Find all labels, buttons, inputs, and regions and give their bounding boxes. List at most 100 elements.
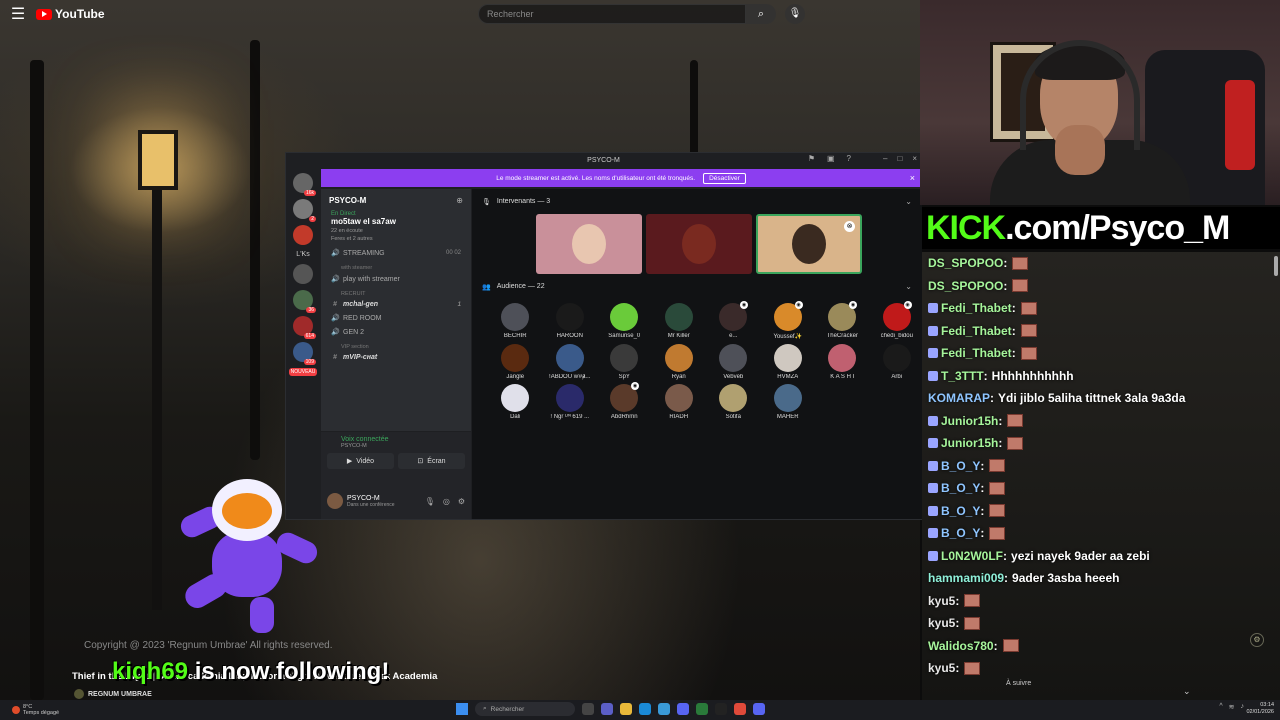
server-header[interactable]: PSYCO-M ⊕ [321, 189, 471, 211]
chat-username[interactable]: Fedi_Thabet [941, 299, 1012, 318]
chat-username[interactable]: kyu5 [928, 592, 955, 611]
speakers-header[interactable]: 🎙 Intervenants — 3 ⌄ [472, 189, 922, 214]
audience-header[interactable]: 👥 Audience — 22 ⌄ [472, 274, 922, 299]
youtube-logo[interactable]: YouTube [36, 7, 105, 21]
microphone-icon[interactable]: 🎙 [785, 4, 805, 24]
audience-member[interactable]: Dali [488, 384, 543, 420]
audience-member[interactable]: Vebveb [706, 344, 761, 380]
chat-settings-icon[interactable]: ⚙ [1250, 633, 1264, 647]
audience-member[interactable]: Sotifa [706, 384, 761, 420]
store-icon[interactable] [658, 703, 670, 715]
edge-icon[interactable] [639, 703, 651, 715]
disable-streamer-mode-button[interactable]: Désactiver [703, 172, 746, 184]
teams-icon[interactable] [601, 703, 613, 715]
chevron-down-icon[interactable]: ⌄ [1183, 686, 1191, 697]
screen-icon[interactable]: ▣ [827, 154, 835, 163]
chat-username[interactable]: B_O_Y [941, 524, 980, 543]
obs-icon[interactable] [734, 703, 746, 715]
speaker-tile[interactable]: ⊗ [756, 214, 862, 274]
server-icon[interactable] [293, 225, 313, 245]
channel-item[interactable]: 🔊 GEN 2 [321, 325, 471, 339]
audience-member[interactable]: !ABDOU ⱳ#ⱥ... [543, 344, 598, 380]
audience-member[interactable]: RIADH [652, 384, 707, 420]
deafen-icon[interactable]: ◎ [443, 497, 450, 506]
add-member-icon[interactable]: ⊕ [456, 196, 463, 205]
minimize-icon[interactable]: – [883, 154, 887, 163]
chat-username[interactable]: Fedi_Thabet [941, 322, 1012, 341]
channel-item[interactable]: 🔊 play with streamer [321, 272, 471, 286]
taskbar-search[interactable]: ⌕ Rechercher [475, 702, 575, 716]
search-input[interactable]: Rechercher [478, 4, 746, 24]
chat-username[interactable]: Junior15h [941, 434, 998, 453]
chat-username[interactable]: B_O_Y [941, 502, 980, 521]
server-icon[interactable]: 16k [293, 173, 316, 196]
server-icon[interactable]: 109 [293, 342, 316, 365]
server-icon[interactable]: 36 [293, 290, 316, 313]
video-button[interactable]: ▶ Vidéo [327, 453, 394, 469]
search-icon[interactable]: ⌕ [746, 4, 776, 24]
channel-item[interactable]: # тchal-gen 1 [321, 298, 471, 311]
audience-member[interactable]: HVMZA [761, 344, 816, 380]
audience-member[interactable]: Jangle [488, 344, 543, 380]
audience-member[interactable]: Ryan [652, 344, 707, 380]
maximize-icon[interactable]: □ [897, 154, 902, 163]
audience-member[interactable]: Samurise_0 [597, 303, 652, 340]
channel-category[interactable]: VIP section [321, 339, 471, 351]
screen-share-button[interactable]: ⊡ Écran [398, 453, 465, 469]
audience-member[interactable]: chedi_bidou ◉ [870, 301, 925, 340]
audience-member[interactable]: MAHER [761, 384, 816, 420]
channel-item[interactable]: 🔊 RED ROOM [321, 311, 471, 325]
file-explorer-icon[interactable] [620, 703, 632, 715]
close-icon[interactable]: × [912, 154, 917, 163]
audience-member[interactable]: ! Ngr ᴸᴵᴺ 619 ... [543, 384, 598, 420]
audience-member[interactable]: Arbi [870, 344, 925, 380]
chevron-down-icon[interactable]: ⌄ [905, 197, 912, 206]
discord-icon[interactable] [677, 703, 689, 715]
chrome-icon[interactable] [696, 703, 708, 715]
server-icon[interactable] [293, 264, 313, 284]
server-label[interactable]: L'Ks [296, 251, 309, 258]
wifi-icon[interactable]: ≋ [1229, 703, 1235, 711]
speaker-tile[interactable] [536, 214, 642, 274]
audience-member[interactable]: e... ◉ [706, 301, 761, 340]
terminal-icon[interactable] [715, 703, 727, 715]
chat-username[interactable]: B_O_Y [941, 479, 980, 498]
server-icon[interactable]: 2 [293, 199, 316, 222]
chat-username[interactable]: Junior15h [941, 412, 998, 431]
chat-username[interactable]: DS_SPOPOO [928, 254, 1003, 273]
volume-icon[interactable]: ♪ [1241, 703, 1245, 711]
audience-member[interactable]: HAROON [543, 303, 598, 340]
server-icon[interactable]: 614 [293, 316, 316, 339]
audience-member[interactable]: BECHIR [488, 303, 543, 340]
inbox-icon[interactable]: ⚑ [808, 154, 815, 163]
chat-username[interactable]: kyu5 [928, 614, 955, 633]
help-icon[interactable]: ? [847, 154, 851, 163]
channel-info[interactable]: REGNUM UMBRAE [74, 689, 152, 699]
settings-icon[interactable]: ⚙ [458, 497, 465, 506]
audience-member[interactable]: K A S H I [815, 344, 870, 380]
app-icon[interactable] [753, 703, 765, 715]
chat-scrollbar[interactable] [1274, 256, 1278, 276]
chat-username[interactable]: Fedi_Thabet [941, 344, 1012, 363]
chat-username[interactable]: hammami009 [928, 569, 1004, 588]
chat-username[interactable]: DS_SPOPOO [928, 277, 1003, 296]
chat-username[interactable]: B_O_Y [941, 457, 980, 476]
windows-start-icon[interactable] [456, 703, 468, 715]
audience-member[interactable]: Mr Killer [652, 303, 707, 340]
mute-icon[interactable]: 🎙 [425, 497, 435, 506]
clock[interactable]: 03:14 02/01/2026 [1246, 702, 1274, 716]
channel-category[interactable]: RECRUIT [321, 286, 471, 298]
audience-member[interactable]: Youssef✨ ◉ [761, 301, 816, 340]
audience-member[interactable]: SpY [597, 344, 652, 380]
channel-category[interactable]: with steamer [321, 260, 471, 272]
menu-icon[interactable]: ☰ [0, 4, 36, 24]
chat-username[interactable]: L0N2W0LF [941, 547, 1003, 566]
channel-item[interactable]: 🔊 STREAMING 00 02 [321, 246, 471, 260]
close-banner-icon[interactable]: × [910, 173, 915, 183]
speaker-tile[interactable] [646, 214, 752, 274]
chevron-down-icon[interactable]: ⌄ [905, 282, 912, 291]
weather-widget[interactable]: 8°C Temps dégagé [0, 704, 59, 716]
chat-username[interactable]: T_3TTT [941, 367, 984, 386]
voice-connected-label[interactable]: Voix connectée [321, 432, 471, 443]
audience-member[interactable]: AbdRhmn ◉ [597, 382, 652, 420]
